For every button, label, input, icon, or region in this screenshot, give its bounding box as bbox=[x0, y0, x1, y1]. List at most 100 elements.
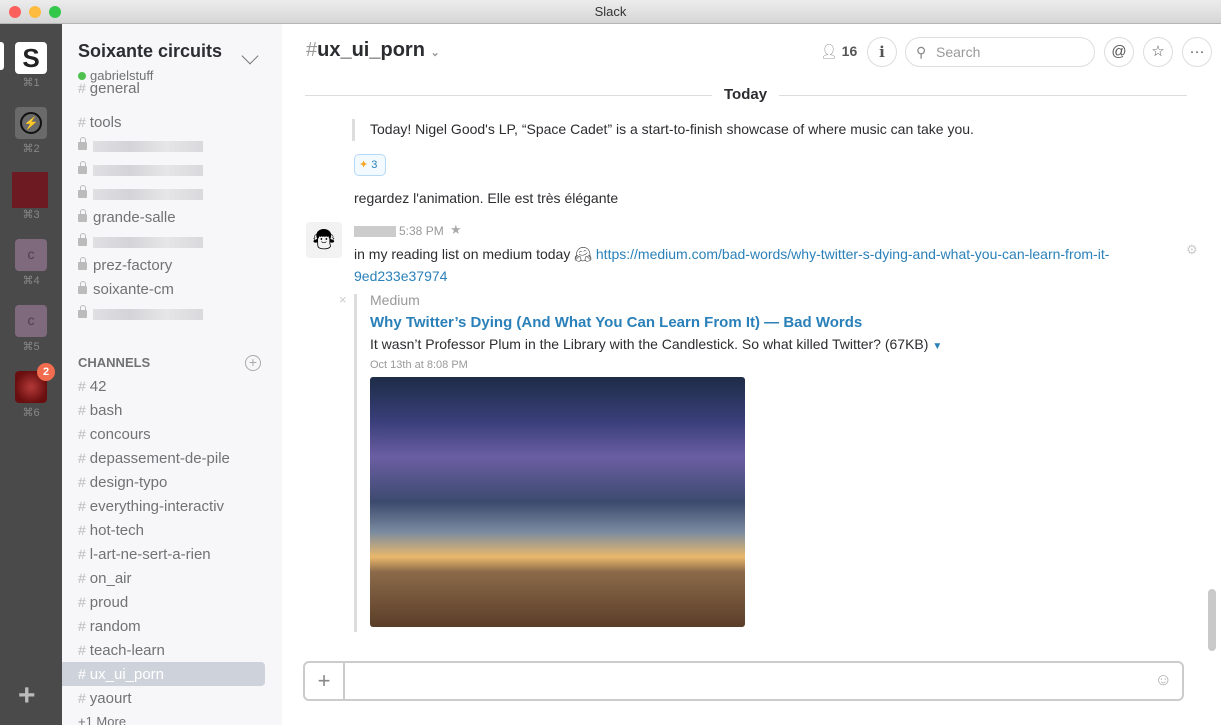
redacted-channel-label bbox=[93, 236, 203, 248]
redacted-channel-label bbox=[93, 140, 203, 152]
sidebar-item-yaourt[interactable]: # yaourt bbox=[62, 686, 265, 710]
sidebar-item-proud[interactable]: # proud bbox=[62, 590, 265, 614]
hash-icon: # bbox=[78, 378, 86, 394]
caret-down-icon[interactable]: ▼ bbox=[932, 341, 942, 352]
minimize-window-button[interactable] bbox=[29, 6, 41, 18]
star-icon[interactable]: ☆ bbox=[1143, 37, 1173, 67]
emoji-icon: 🤗︎ bbox=[574, 246, 592, 262]
add-team-button[interactable]: + bbox=[18, 679, 36, 713]
sidebar-item-random[interactable]: # random bbox=[62, 614, 265, 638]
channels-header[interactable]: CHANNELS bbox=[78, 355, 150, 370]
sidebar-item-depassement-de-pile[interactable]: # depassement-de-pile bbox=[62, 446, 265, 470]
chevron-down-icon[interactable] bbox=[241, 47, 259, 65]
channel-sidebar: Soixante circuits gabrielstuff # general #… bbox=[62, 24, 282, 725]
channel-label: 42 bbox=[89, 378, 107, 395]
attachment-description: It wasn’t Professor Plum in the Library … bbox=[370, 336, 943, 352]
title-bar: Slack bbox=[0, 0, 1221, 24]
message-input[interactable]: + ☺ bbox=[303, 661, 1184, 701]
scrollbar[interactable] bbox=[1208, 589, 1216, 651]
team-5[interactable]: c bbox=[15, 305, 47, 337]
sidebar-channel[interactable]: # general bbox=[62, 82, 265, 100]
search-input[interactable]: ⚲ Search bbox=[905, 37, 1095, 67]
sidebar-channel[interactable] bbox=[62, 182, 265, 206]
quote-bar bbox=[352, 119, 355, 141]
member-count[interactable]: 👤︎ 16 bbox=[820, 43, 857, 60]
team-shortcut: ⌘4 bbox=[22, 275, 40, 287]
team-2[interactable]: ⚡ bbox=[15, 107, 47, 139]
hash-icon: # bbox=[78, 690, 86, 706]
close-window-button[interactable] bbox=[9, 6, 21, 18]
attachment-image[interactable] bbox=[370, 377, 745, 627]
team-soixante-circuits[interactable]: S bbox=[15, 42, 47, 74]
avatar[interactable]: 👧︎ bbox=[306, 222, 342, 258]
sidebar-item-on_air[interactable]: # on_air bbox=[62, 566, 265, 590]
gear-icon[interactable]: ⚙ bbox=[1186, 242, 1198, 258]
lock-icon bbox=[78, 281, 87, 295]
sidebar-channel[interactable] bbox=[62, 230, 265, 254]
team-3[interactable] bbox=[12, 172, 48, 208]
sidebar-item-design-typo[interactable]: # design-typo bbox=[62, 470, 265, 494]
sidebar-item-l-art-ne-sert-a-rien[interactable]: # l-art-ne-sert-a-rien bbox=[62, 542, 265, 566]
team-shortcut: ⌘3 bbox=[22, 209, 40, 221]
reaction-button[interactable]: ✦ 3 bbox=[354, 154, 386, 176]
sidebar-channel[interactable]: soixante-cm bbox=[62, 278, 265, 302]
more-channels-link[interactable]: +1 More bbox=[62, 710, 265, 725]
hash-icon: # bbox=[78, 114, 86, 130]
channel-title[interactable]: #ux_ui_porn ⌄ bbox=[306, 39, 440, 62]
hash-icon: # bbox=[78, 450, 86, 466]
bolt-icon: ⚡ bbox=[20, 112, 42, 134]
username: gabrielstuff bbox=[90, 68, 154, 83]
star-icon[interactable]: ★ bbox=[450, 222, 462, 238]
current-user[interactable]: gabrielstuff bbox=[78, 68, 153, 83]
team-name[interactable]: Soixante circuits bbox=[78, 41, 222, 62]
sidebar-item-ux_ui_porn[interactable]: # ux_ui_porn bbox=[62, 662, 265, 686]
add-attachment-button[interactable]: + bbox=[305, 663, 345, 699]
redacted-channel-label bbox=[93, 188, 203, 200]
sidebar-item-teach-learn[interactable]: # teach-learn bbox=[62, 638, 265, 662]
channel-label: hot-tech bbox=[89, 522, 144, 539]
sidebar-channel[interactable] bbox=[62, 302, 265, 326]
close-icon[interactable]: × bbox=[339, 292, 347, 307]
add-channel-button[interactable]: + bbox=[245, 355, 261, 371]
redacted-channel-label bbox=[93, 308, 203, 320]
team-shortcut: ⌘5 bbox=[22, 341, 40, 353]
sidebar-item-everything-interactiv[interactable]: # everything-interactiv bbox=[62, 494, 265, 518]
sender-name-redacted[interactable] bbox=[354, 226, 396, 237]
sidebar-channel[interactable]: grande-salle bbox=[62, 206, 265, 230]
message-timestamp[interactable]: 5:38 PM bbox=[399, 224, 444, 238]
lock-icon bbox=[78, 233, 87, 247]
zoom-window-button[interactable] bbox=[49, 6, 61, 18]
sidebar-channel[interactable] bbox=[62, 134, 265, 158]
more-icon[interactable]: ··· bbox=[1182, 37, 1212, 67]
sidebar-item-42[interactable]: #42 bbox=[62, 374, 265, 398]
sidebar-channel[interactable]: prez-factory bbox=[62, 254, 265, 278]
attachment-bar bbox=[354, 294, 357, 632]
hash-icon: # bbox=[78, 498, 86, 514]
attachment-service: Medium bbox=[370, 292, 420, 308]
channel-label: proud bbox=[89, 594, 129, 611]
channel-label: depassement-de-pile bbox=[89, 450, 230, 467]
quoted-text: Today! Nigel Good's LP, “Space Cadet” is… bbox=[370, 121, 974, 137]
team-4[interactable]: c bbox=[15, 239, 47, 271]
mentions-icon[interactable]: @ bbox=[1104, 37, 1134, 67]
info-icon[interactable]: i bbox=[867, 37, 897, 67]
sidebar-item-concours[interactable]: # concours bbox=[62, 422, 265, 446]
hash-icon: # bbox=[78, 666, 86, 682]
message-text: in my reading list on medium today 🤗︎ ht… bbox=[354, 246, 1110, 284]
channel-label: ux_ui_porn bbox=[89, 666, 165, 683]
channel-label: everything-interactiv bbox=[89, 498, 225, 515]
lock-icon bbox=[78, 161, 87, 175]
message-text: regardez l'animation. Elle est très élég… bbox=[354, 190, 619, 206]
sidebar-channel[interactable]: # tools bbox=[62, 110, 265, 134]
sidebar-channel[interactable] bbox=[62, 158, 265, 182]
team-switcher: S ⌘1 ⚡ ⌘2 ⌘3 c ⌘4 c ⌘5 2 ⌘6 + bbox=[0, 24, 62, 725]
hash-icon: # bbox=[78, 618, 86, 634]
channel-label: prez-factory bbox=[93, 257, 173, 274]
emoji-picker-icon[interactable]: ☺ bbox=[1155, 670, 1172, 690]
sidebar-item-hot-tech[interactable]: # hot-tech bbox=[62, 518, 265, 542]
attachment-date: Oct 13th at 8:08 PM bbox=[370, 359, 468, 371]
attachment-title[interactable]: Why Twitter’s Dying (And What You Can Le… bbox=[370, 314, 862, 331]
sidebar-item-bash[interactable]: # bash bbox=[62, 398, 265, 422]
channel-label: design-typo bbox=[89, 474, 168, 491]
hash-icon: # bbox=[78, 402, 86, 418]
